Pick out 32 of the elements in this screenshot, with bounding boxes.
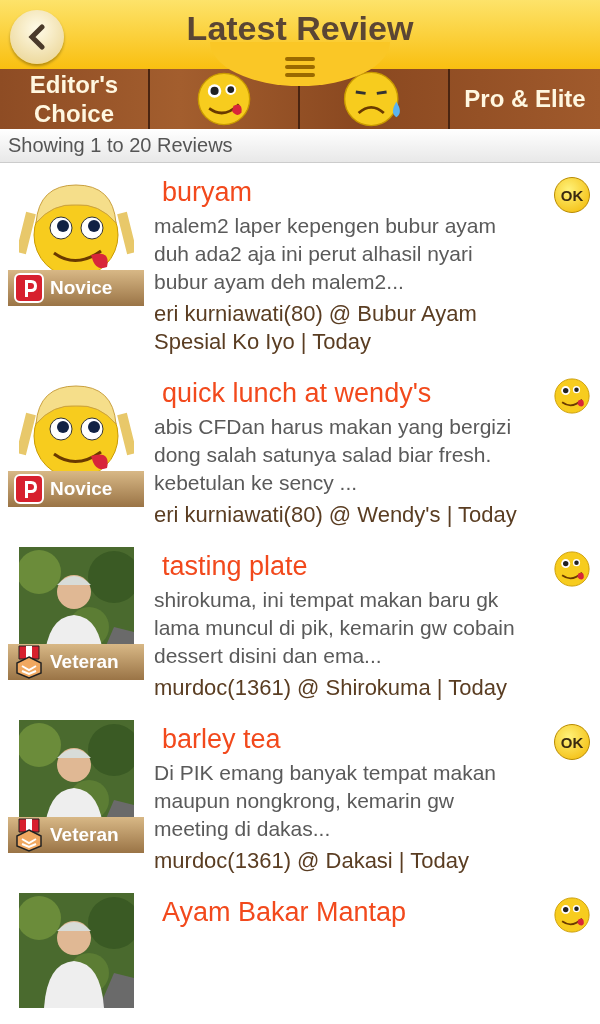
review-title[interactable]: buryam bbox=[154, 171, 532, 212]
rank-label: Novice bbox=[50, 277, 113, 299]
novice-badge-icon bbox=[14, 273, 44, 303]
medal-icon bbox=[14, 645, 44, 679]
review-excerpt: malem2 laper kepengen bubur ayam duh ada2 aja ini perut alhasil nyari bubur ayam deh malem2... bbox=[154, 213, 498, 295]
review-excerpt: Di PIK emang banyak tempat makan maupun nongkrong, kemarin gw meeting di dakas... bbox=[154, 760, 497, 842]
tab[interactable]: Pro & Elite bbox=[450, 68, 600, 130]
review-meta: murdoc(1361) @ Shirokuma | Today bbox=[154, 674, 508, 702]
review-meta: eri kurniawati(80) @ Bubur Ayam Spesial Ko Iyo | Today bbox=[154, 300, 478, 356]
yummy-face-icon bbox=[197, 71, 251, 126]
review-title[interactable]: tasting plate bbox=[154, 545, 532, 586]
rank-label: Veteran bbox=[50, 824, 119, 846]
review-meta: eri kurniawati(80) @ Wendy's | Today bbox=[154, 501, 518, 529]
review-title[interactable]: Ayam Bakar Mantap bbox=[154, 891, 532, 932]
review-excerpt: shirokuma, ini tempat makan baru gk lama muncul di pik, kemarin gw cobain dessert disini dan ema... bbox=[154, 587, 516, 669]
menu-icon bbox=[284, 56, 316, 78]
review-meta: murdoc(1361) @ Dakasi | Today bbox=[154, 847, 470, 875]
ok-rating-badge: OK bbox=[554, 724, 590, 760]
review-title[interactable]: quick lunch at wendy's bbox=[154, 372, 532, 413]
yummy-face-icon bbox=[554, 551, 590, 587]
chevron-left-icon bbox=[27, 24, 47, 50]
page-title: Latest Review bbox=[186, 8, 414, 48]
medal-icon bbox=[14, 818, 44, 852]
review-title[interactable]: barley tea bbox=[154, 718, 532, 759]
back-button[interactable] bbox=[10, 10, 64, 64]
rank-label: Novice bbox=[50, 478, 113, 500]
novice-badge-icon bbox=[14, 474, 44, 504]
rank-label: Veteran bbox=[50, 651, 119, 673]
yummy-face-icon bbox=[554, 378, 590, 414]
ok-rating-badge: OK bbox=[554, 177, 590, 213]
review-excerpt: abis CFDan harus makan yang bergizi dong salah satunya salad biar fresh. kebetulan ke sency ... bbox=[154, 414, 513, 496]
yummy-face-icon bbox=[554, 897, 590, 933]
